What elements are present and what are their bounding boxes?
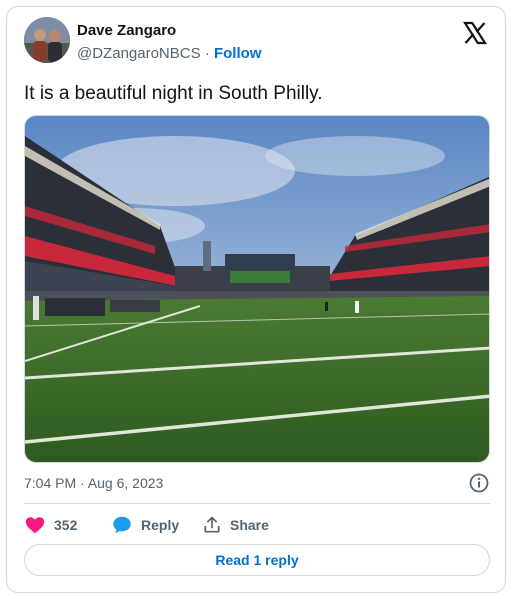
like-button[interactable]: 352 bbox=[24, 513, 77, 537]
x-logo-icon[interactable] bbox=[463, 21, 487, 45]
meta-separator: · bbox=[204, 45, 210, 62]
divider bbox=[24, 503, 490, 504]
reply-label: Reply bbox=[141, 517, 180, 533]
tweet-text: It is a beautiful night in South Philly. bbox=[24, 83, 323, 104]
speech-bubble-icon bbox=[113, 516, 131, 534]
author-name[interactable]: Dave Zangaro bbox=[77, 22, 176, 39]
tweet-timestamp[interactable]: 7:04 PM · Aug 6, 2023 bbox=[24, 475, 163, 491]
reply-button[interactable]: Reply bbox=[111, 513, 179, 537]
share-button[interactable]: Share bbox=[202, 513, 269, 537]
share-label: Share bbox=[230, 517, 269, 533]
follow-button[interactable]: Follow bbox=[214, 45, 262, 62]
heart-icon bbox=[25, 517, 45, 534]
share-arrow-icon bbox=[204, 516, 220, 533]
tweet-photo[interactable] bbox=[24, 115, 490, 463]
tweet-card: Dave Zangaro @DZangaroNBCS · Follow It i… bbox=[6, 6, 506, 593]
stadium-photo bbox=[25, 116, 489, 462]
avatar-image bbox=[24, 17, 70, 63]
read-replies-button[interactable]: Read 1 reply bbox=[24, 544, 490, 576]
read-replies-label: Read 1 reply bbox=[215, 552, 299, 568]
avatar[interactable] bbox=[24, 17, 70, 63]
like-count: 352 bbox=[54, 517, 78, 533]
author-handle[interactable]: @DZangaroNBCS bbox=[77, 45, 201, 62]
author-meta: @DZangaroNBCS · Follow bbox=[77, 45, 261, 62]
tweet-actions: 352 Reply Share bbox=[24, 513, 490, 537]
info-icon[interactable] bbox=[468, 472, 490, 494]
